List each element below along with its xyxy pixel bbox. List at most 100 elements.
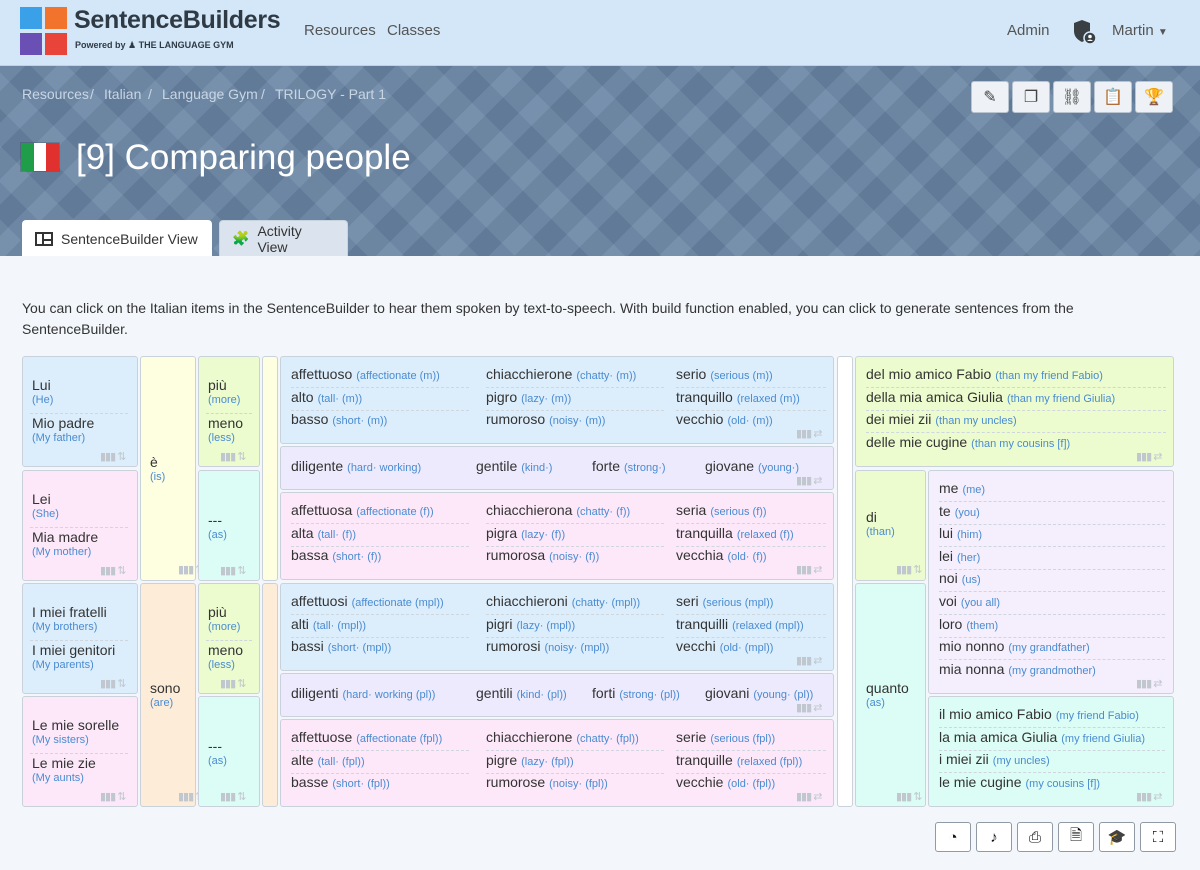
quanto-list-item[interactable]: i miei zii (my uncles)	[939, 751, 1165, 773]
speed-button[interactable]: ◔	[935, 822, 971, 852]
adjective-item[interactable]: diligenti (hard· working (pl))	[291, 685, 435, 707]
subject-item[interactable]: Le mie zie	[32, 755, 96, 771]
sort-icon[interactable]: ▮▮▮ ⇅	[220, 790, 246, 803]
user-menu[interactable]: Martin ▼	[1112, 22, 1168, 39]
adjective-item[interactable]: serie (serious (fpl))	[676, 729, 826, 751]
pronoun-item[interactable]: mio nonno (my grandfather)	[939, 638, 1165, 661]
document-button[interactable]: 🗎	[1058, 822, 1094, 852]
adjective-item[interactable]: affettuosa (affectionate (f))	[291, 502, 469, 524]
comparative-item[interactable]: meno	[208, 415, 243, 431]
quanto-item[interactable]: quanto	[866, 680, 909, 696]
clipboard-button[interactable]: 📋	[1094, 81, 1132, 113]
adjective-item[interactable]: tranquilli (relaxed (mpl))	[676, 616, 826, 638]
adjective-item[interactable]: rumorosi (noisy· (mpl))	[486, 638, 664, 660]
comparative-item[interactable]: meno	[208, 642, 243, 658]
tab-activity-view[interactable]: 🧩 Activity View	[219, 220, 348, 256]
swap-icon[interactable]: ▮▮▮ ⇄	[1136, 790, 1162, 803]
subject-item[interactable]: Lei	[32, 491, 51, 507]
swap-icon[interactable]: ▮▮▮ ⇄	[796, 790, 822, 803]
adjective-item[interactable]: rumorose (noisy· (fpl))	[486, 774, 664, 796]
sort-icon[interactable]: ▮▮▮ ⇅	[100, 790, 126, 803]
nav-link-classes[interactable]: Classes	[387, 22, 440, 39]
swap-icon[interactable]: ▮▮▮ ⇄	[796, 563, 822, 576]
adjective-item[interactable]: affettuosi (affectionate (mpl))	[291, 593, 469, 615]
sort-icon[interactable]: ▮▮▮ ⇅	[220, 450, 246, 463]
swap-icon[interactable]: ▮▮▮ ⇄	[1136, 450, 1162, 463]
adjective-item[interactable]: seria (serious (f))	[676, 502, 826, 524]
swap-icon[interactable]: ▮▮▮ ⇄	[796, 654, 822, 667]
learn-button[interactable]: 🎓	[1099, 822, 1135, 852]
subject-item[interactable]: Lui	[32, 377, 51, 393]
breadcrumb-resources[interactable]: Resources	[22, 86, 89, 102]
sort-icon[interactable]: ▮▮▮ ⇅	[896, 790, 922, 803]
quanto-list-item[interactable]: le mie cugine (my cousins [f])	[939, 774, 1165, 796]
subject-item[interactable]: Le mie sorelle	[32, 717, 119, 733]
adjective-item[interactable]: rumoroso (noisy· (m))	[486, 411, 664, 433]
adjective-item[interactable]: affettuoso (affectionate (m))	[291, 366, 469, 388]
pronoun-item[interactable]: voi (you all)	[939, 593, 1165, 615]
audio-button[interactable]: ♪	[976, 822, 1012, 852]
comparative-item[interactable]: più	[208, 377, 227, 393]
adjective-item[interactable]: chiacchieroni (chatty· (mpl))	[486, 593, 664, 615]
trophy-button[interactable]: 🏆	[1135, 81, 1173, 113]
adjective-item[interactable]: basso (short· (m))	[291, 411, 469, 433]
sort-icon[interactable]: ▮▮▮ ⇅	[100, 677, 126, 690]
comparative-item[interactable]: ---	[208, 738, 222, 754]
adjective-item[interactable]: tranquillo (relaxed (m))	[676, 389, 826, 411]
pronoun-item[interactable]: loro (them)	[939, 616, 1165, 638]
adjective-item[interactable]: rumorosa (noisy· (f))	[486, 547, 664, 569]
breadcrumb-language-gym[interactable]: Language Gym	[162, 86, 258, 102]
sort-icon[interactable]: ▮▮▮ ⇅	[100, 450, 126, 463]
brand-name[interactable]: SentenceBuilders	[74, 6, 281, 35]
subject-item[interactable]: I miei genitori	[32, 642, 115, 658]
verb-item[interactable]: sono	[150, 680, 180, 696]
adjective-item[interactable]: alta (tall· (f))	[291, 525, 469, 547]
pronoun-item[interactable]: noi (us)	[939, 570, 1165, 593]
pronoun-item[interactable]: lui (him)	[939, 525, 1165, 548]
verb-item[interactable]: è	[150, 454, 158, 470]
adjective-item[interactable]: alte (tall· (fpl))	[291, 752, 469, 774]
adjective-item[interactable]: gentili (kind· (pl))	[476, 685, 567, 707]
adjective-item[interactable]: pigre (lazy· (fpl))	[486, 752, 664, 774]
adjective-item[interactable]: bassa (short· (f))	[291, 547, 469, 569]
adjective-item[interactable]: forte (strong·)	[592, 458, 666, 480]
di-item[interactable]: di	[866, 509, 877, 525]
print-button[interactable]: ⎙	[1017, 822, 1053, 852]
adjective-item[interactable]: affettuose (affectionate (fpl))	[291, 729, 469, 751]
swap-icon[interactable]: ▮▮▮ ⇄	[796, 701, 822, 714]
swap-icon[interactable]: ▮▮▮ ⇄	[1136, 677, 1162, 690]
copy-button[interactable]: ❐	[1012, 81, 1050, 113]
sort-icon[interactable]: ▮▮▮ ⇅	[896, 563, 922, 576]
nav-link-resources[interactable]: Resources	[304, 22, 376, 39]
adjective-item[interactable]: chiacchierona (chatty· (f))	[486, 502, 664, 524]
subject-item[interactable]: Mio padre	[32, 415, 94, 431]
than-item[interactable]: delle mie cugine (than my cousins [f])	[866, 434, 1166, 456]
share-link-button[interactable]: ⛓	[1053, 81, 1091, 113]
nav-link-admin[interactable]: Admin	[1007, 22, 1050, 39]
than-item[interactable]: del mio amico Fabio (than my friend Fabio…	[866, 366, 1166, 388]
adjective-item[interactable]: basse (short· (fpl))	[291, 774, 469, 796]
adjective-item[interactable]: pigro (lazy· (m))	[486, 389, 664, 411]
sort-icon[interactable]: ▮▮▮ ⇅	[220, 677, 246, 690]
adjective-item[interactable]: forti (strong· (pl))	[592, 685, 680, 707]
comparative-item[interactable]: ---	[208, 512, 222, 528]
adjective-item[interactable]: chiacchierone (chatty· (m))	[486, 366, 664, 388]
pronoun-item[interactable]: me (me)	[939, 480, 1165, 502]
tab-sentencebuilder-view[interactable]: SentenceBuilder View	[22, 220, 212, 256]
adjective-item[interactable]: alto (tall· (m))	[291, 389, 469, 411]
comparative-item[interactable]: più	[208, 604, 227, 620]
fullscreen-button[interactable]: ⛶	[1140, 822, 1176, 852]
adjective-item[interactable]: gentile (kind·)	[476, 458, 552, 480]
adjective-item[interactable]: tranquille (relaxed (fpl))	[676, 752, 826, 774]
adjective-item[interactable]: tranquilla (relaxed (f))	[676, 525, 826, 547]
adjective-item[interactable]: seri (serious (mpl))	[676, 593, 826, 615]
sort-icon[interactable]: ▮▮▮ ⇅	[100, 564, 126, 577]
adjective-item[interactable]: alti (tall· (mpl))	[291, 616, 469, 638]
sort-icon[interactable]: ▮▮▮ ⇅	[220, 564, 246, 577]
swap-icon[interactable]: ▮▮▮ ⇄	[796, 427, 822, 440]
quanto-list-item[interactable]: la mia amica Giulia (my friend Giulia)	[939, 729, 1165, 751]
adjective-item[interactable]: serio (serious (m))	[676, 366, 826, 388]
than-item[interactable]: della mia amica Giulia (than my friend Gi…	[866, 389, 1166, 411]
user-shield-icon[interactable]	[1072, 18, 1098, 46]
adjective-item[interactable]: bassi (short· (mpl))	[291, 638, 469, 660]
